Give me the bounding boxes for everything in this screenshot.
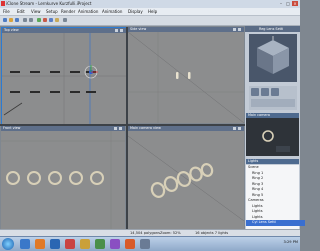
viewport-menu-icon[interactable] — [238, 127, 241, 130]
start-button-icon[interactable] — [2, 238, 14, 250]
viewport-front[interactable]: Front view — [1, 126, 125, 229]
camera-pan-icon[interactable] — [261, 88, 269, 96]
close-icon[interactable]: × — [292, 1, 298, 6]
viewport-menu-icon[interactable] — [119, 127, 122, 130]
maximize-viewport-icon[interactable] — [233, 127, 236, 130]
horizontal-splitter[interactable] — [0, 124, 245, 126]
maximize-viewport-icon[interactable] — [114, 127, 117, 130]
side-view-canvas — [128, 32, 244, 123]
taskbar-folder-icon[interactable] — [80, 239, 90, 249]
viewport-main-camera[interactable]: Main camera view — [128, 126, 244, 229]
taskbar-firefox-icon[interactable] — [35, 239, 45, 249]
menu-setup[interactable]: Setup — [46, 9, 58, 14]
menu-view[interactable]: View — [31, 9, 41, 14]
top-view-canvas — [2, 33, 126, 124]
app-icon — [1, 1, 5, 6]
taskbar: 3:29 PM — [0, 236, 300, 251]
vertical-splitter[interactable] — [126, 27, 128, 229]
camera-controls — [249, 86, 297, 110]
right-panel: Reg Lens Setti Main camera Lights Scene … — [245, 26, 305, 233]
maximize-viewport-icon[interactable] — [115, 29, 118, 32]
camera-zoom-icon[interactable] — [271, 88, 279, 96]
viewport-menu-icon[interactable] — [120, 29, 123, 32]
status-polygons: 14,504 polygons — [130, 231, 160, 235]
menu-render[interactable]: Render — [61, 9, 75, 14]
camera-preview-canvas — [262, 130, 290, 152]
camera-slider[interactable] — [251, 99, 295, 107]
menu-animation[interactable]: Animation — [78, 9, 98, 14]
status-objects: 16 objects 7 lights — [195, 231, 229, 235]
status-zoom: Zoom: 52% — [160, 231, 181, 235]
taskbar-app-icon[interactable] — [65, 239, 75, 249]
main-camera-canvas — [128, 135, 244, 222]
menu-help[interactable]: Help — [148, 9, 157, 14]
taskbar-app-icon[interactable] — [140, 239, 150, 249]
taskbar-explorer-icon[interactable] — [20, 239, 30, 249]
taskbar-word-icon[interactable] — [50, 239, 60, 249]
front-view-canvas — [1, 131, 125, 229]
maximize-viewport-icon[interactable] — [233, 28, 236, 31]
view-cube-icon — [257, 36, 289, 74]
menu-bar: File Edit View Setup Render Animation An… — [0, 8, 300, 16]
rotate-icon[interactable] — [49, 18, 53, 22]
viewport-menu-icon[interactable] — [238, 28, 241, 31]
render-icon[interactable] — [63, 18, 67, 22]
select-icon[interactable] — [37, 18, 41, 22]
viewport-side[interactable]: Side view — [128, 27, 244, 123]
open-icon[interactable] — [9, 18, 13, 22]
minimize-icon[interactable]: – — [278, 1, 284, 6]
camera-orbit-icon[interactable] — [251, 88, 259, 96]
viewport-top[interactable]: Top view — [1, 27, 127, 125]
scene-tree: Scene Ring 1 Ring 2 Ring 3 Ring 4 Ring 5… — [246, 165, 305, 233]
rings-perspective — [150, 163, 214, 198]
menu-animation-2[interactable]: Animation — [102, 9, 122, 14]
taskbar-app-icon[interactable] — [125, 239, 135, 249]
undo-icon[interactable] — [23, 18, 27, 22]
menu-display[interactable]: Display — [128, 9, 143, 14]
camera-preview — [246, 118, 299, 156]
scene-graph-header: Lights — [246, 159, 299, 164]
taskbar-app-icon[interactable] — [110, 239, 120, 249]
save-icon[interactable] — [15, 18, 19, 22]
scale-icon[interactable] — [55, 18, 59, 22]
system-tray[interactable] — [262, 241, 284, 246]
navigation-cube[interactable] — [249, 34, 297, 82]
menu-file[interactable]: File — [3, 9, 10, 14]
tab-lens-settings[interactable]: Reg Lens Setti — [259, 27, 283, 31]
tree-item-selected[interactable]: Cyl Lens Setti — [246, 220, 305, 226]
taskbar-app-icon[interactable] — [95, 239, 105, 249]
maximize-icon[interactable]: □ — [285, 1, 291, 6]
title-bar: iClone Stream - Lernkurve Kurzfulli.iPro… — [0, 0, 300, 8]
move-icon[interactable] — [43, 18, 47, 22]
menu-edit[interactable]: Edit — [17, 9, 25, 14]
redo-icon[interactable] — [29, 18, 33, 22]
clock: 3:29 PM — [283, 240, 298, 244]
new-icon[interactable] — [3, 18, 7, 22]
panel-tab-row: Reg Lens Setti — [245, 26, 300, 32]
window-title: iClone Stream - Lernkurve Kurzfulli.iPro… — [6, 1, 92, 6]
ring-bottom-row — [10, 91, 96, 93]
rings-front — [6, 171, 104, 185]
ring-top-row — [10, 71, 96, 73]
toolbar — [0, 16, 300, 26]
